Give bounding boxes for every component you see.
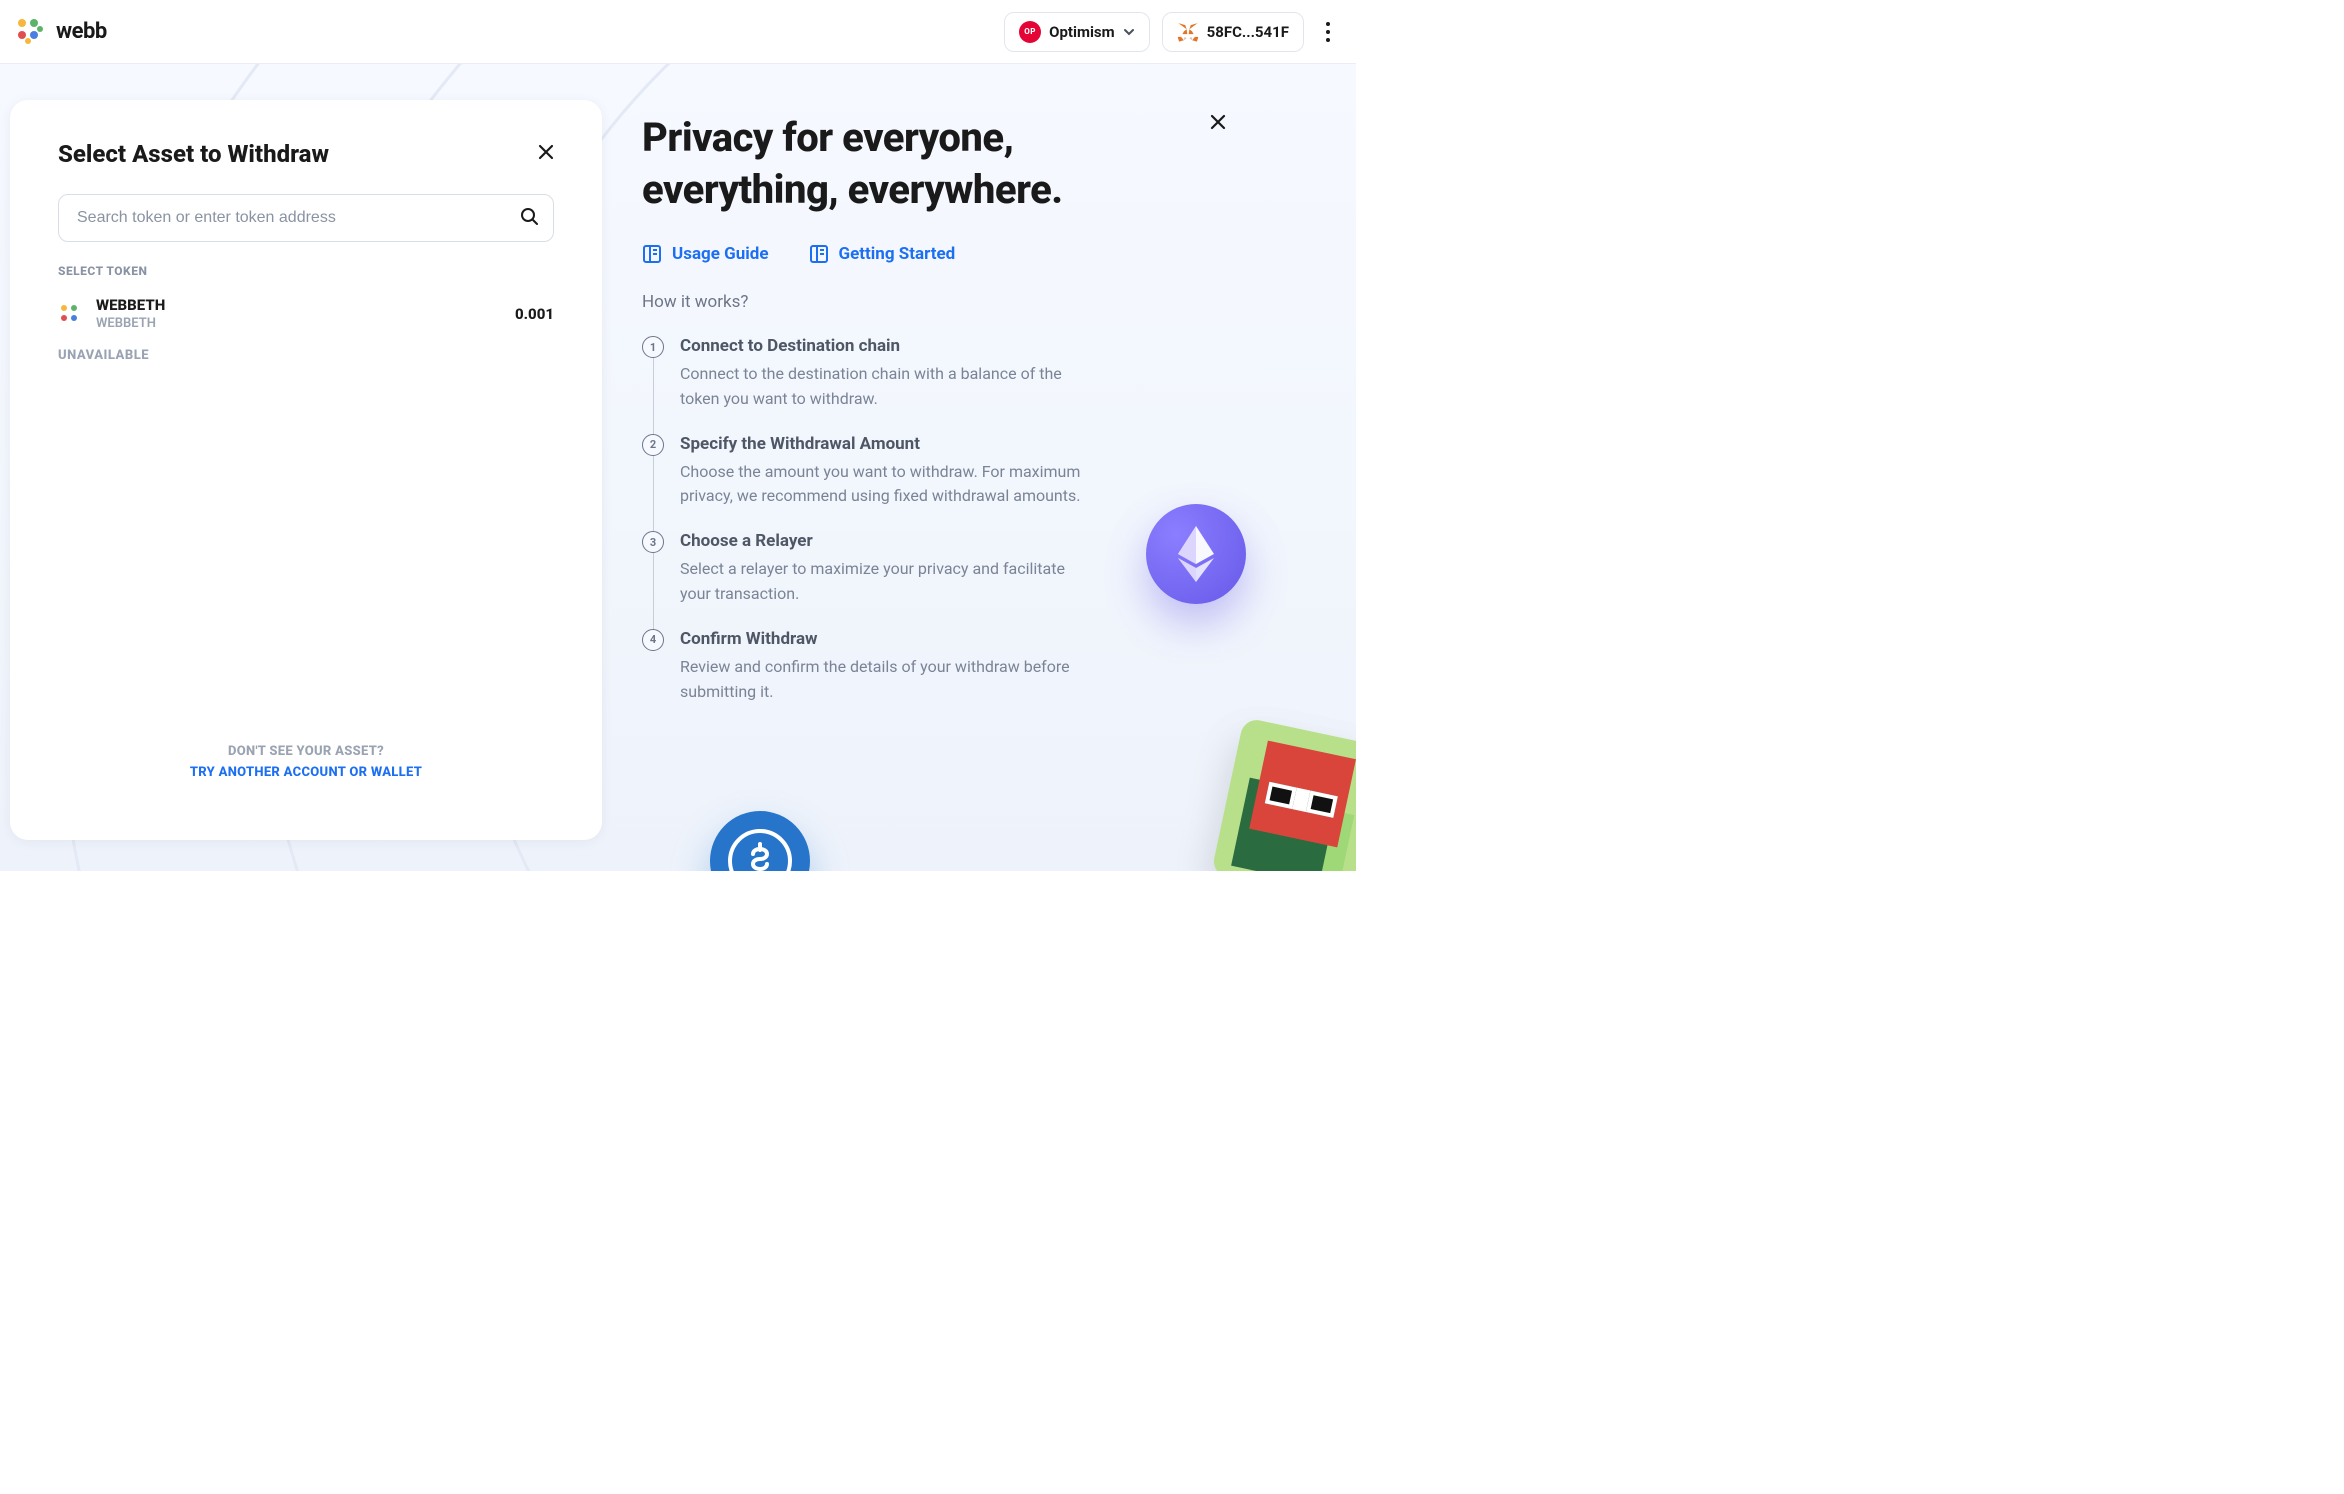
webb-logo-icon <box>16 17 46 47</box>
token-balance: 0.001 <box>515 305 554 323</box>
step-4: 4 Confirm Withdraw Review and confirm th… <box>642 629 1082 705</box>
main-content: Select Asset to Withdraw SELECT TOKEN <box>0 64 1356 871</box>
step-number: 4 <box>642 629 664 651</box>
getting-started-label: Getting Started <box>839 244 956 264</box>
token-symbol: WEBBETH <box>96 316 165 332</box>
network-name: Optimism <box>1049 23 1115 41</box>
step-title: Connect to Destination chain <box>680 336 1082 356</box>
select-asset-panel: Select Asset to Withdraw SELECT TOKEN <box>10 100 602 840</box>
book-icon <box>809 244 829 264</box>
steps-list: 1 Connect to Destination chain Connect t… <box>642 336 1082 704</box>
footer-question: DON'T SEE YOUR ASSET? <box>58 744 554 759</box>
token-name: WEBBETH <box>96 296 165 314</box>
unavailable-label: UNAVAILABLE <box>58 348 554 363</box>
step-1: 1 Connect to Destination chain Connect t… <box>642 336 1082 412</box>
step-description: Connect to the destination chain with a … <box>680 362 1082 412</box>
brand: webb <box>16 17 107 47</box>
search-icon <box>520 207 538 229</box>
webbeth-token-icon <box>58 302 82 326</box>
step-number: 1 <box>642 336 664 358</box>
close-info-button[interactable] <box>1210 114 1226 135</box>
app-header: webb OP Optimism 58FC...541F <box>0 0 1356 64</box>
step-number: 2 <box>642 434 664 456</box>
info-section: Privacy for everyone, everything, everyw… <box>602 64 1356 871</box>
brand-name: webb <box>56 19 107 44</box>
panel-title: Select Asset to Withdraw <box>58 140 329 168</box>
token-row-webbeth[interactable]: WEBBETH WEBBETH 0.001 <box>58 292 554 348</box>
step-2: 2 Specify the Withdrawal Amount Choose t… <box>642 434 1082 510</box>
step-title: Confirm Withdraw <box>680 629 1082 649</box>
panel-footer: DON'T SEE YOUR ASSET? TRY ANOTHER ACCOUN… <box>58 744 554 810</box>
usage-guide-label: Usage Guide <box>672 244 769 264</box>
hero-title: Privacy for everyone, everything, everyw… <box>642 112 1162 216</box>
how-it-works-label: How it works? <box>642 292 1316 312</box>
step-title: Choose a Relayer <box>680 531 1082 551</box>
header-actions: OP Optimism 58FC...541F <box>1004 12 1340 52</box>
try-another-wallet-link[interactable]: TRY ANOTHER ACCOUNT OR WALLET <box>58 765 554 780</box>
guide-links: Usage Guide Getting Started <box>642 244 1316 264</box>
step-description: Review and confirm the details of your w… <box>680 655 1082 705</box>
wallet-button[interactable]: 58FC...541F <box>1162 12 1304 52</box>
getting-started-link[interactable]: Getting Started <box>809 244 956 264</box>
step-number: 3 <box>642 531 664 553</box>
more-menu-button[interactable] <box>1316 14 1340 50</box>
step-title: Specify the Withdrawal Amount <box>680 434 1082 454</box>
metamask-icon <box>1177 21 1199 43</box>
book-icon <box>642 244 662 264</box>
close-icon <box>538 144 554 160</box>
network-selector[interactable]: OP Optimism <box>1004 12 1150 52</box>
wallet-address: 58FC...541F <box>1207 23 1289 41</box>
panel-header: Select Asset to Withdraw <box>58 140 554 168</box>
step-description: Choose the amount you want to withdraw. … <box>680 460 1082 510</box>
optimism-icon: OP <box>1019 21 1041 43</box>
step-3: 3 Choose a Relayer Select a relayer to m… <box>642 531 1082 607</box>
close-icon <box>1210 114 1226 130</box>
chevron-down-icon <box>1123 26 1135 38</box>
usage-guide-link[interactable]: Usage Guide <box>642 244 769 264</box>
select-token-label: SELECT TOKEN <box>58 264 554 278</box>
close-panel-button[interactable] <box>538 144 554 165</box>
step-description: Select a relayer to maximize your privac… <box>680 557 1082 607</box>
search-input[interactable] <box>58 194 554 242</box>
search-field <box>58 194 554 242</box>
